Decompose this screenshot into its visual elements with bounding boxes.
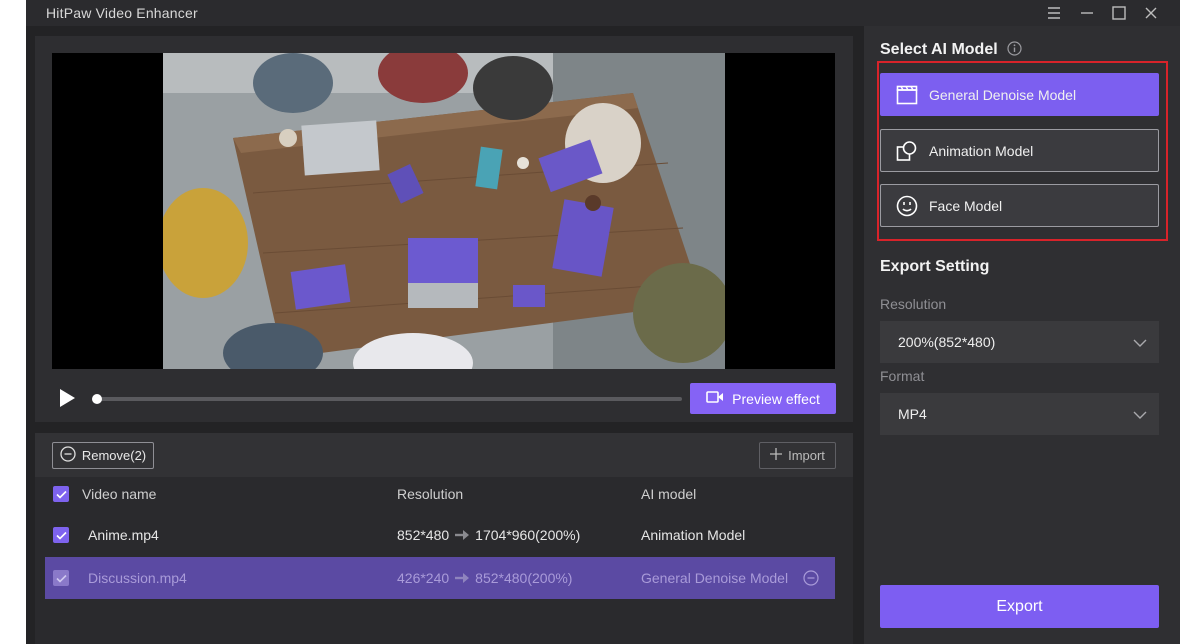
row-resolution: 426*240 852*480(200%) <box>397 570 572 586</box>
plus-icon <box>770 448 783 463</box>
format-select[interactable]: MP4 <box>880 393 1159 435</box>
row-video-name: Anime.mp4 <box>88 527 159 543</box>
table-row[interactable]: Anime.mp4 852*480 1704*960(200%) Animati… <box>45 514 835 556</box>
preview-effect-label: Preview effect <box>732 390 820 407</box>
model-general-denoise-label: General Denoise Model <box>929 86 1077 103</box>
format-label: Format <box>880 368 925 384</box>
app-window: HitPaw Video Enhancer Preview effect Rem… <box>26 0 1180 644</box>
column-header-ai-model: AI model <box>641 486 697 502</box>
list-toolbar: Remove(2) Import <box>35 433 853 477</box>
minimize-icon[interactable] <box>1076 3 1098 23</box>
chevron-down-icon <box>1133 407 1147 423</box>
select-ai-model-label: Select AI Model <box>880 41 998 58</box>
row-ai-model: General Denoise Model <box>641 570 789 586</box>
arrow-right-icon <box>455 570 470 586</box>
row-checkbox[interactable] <box>53 527 69 543</box>
chevron-down-icon <box>1133 335 1147 351</box>
arrow-right-icon <box>455 527 470 543</box>
row-resolution-to: 852*480(200%) <box>475 570 573 586</box>
video-frame-illustration <box>163 53 725 369</box>
table-row[interactable]: Discussion.mp4 426*240 852*480(200%) Gen… <box>45 557 835 599</box>
model-animation-button[interactable]: Animation Model <box>880 129 1159 172</box>
row-ai-model: Animation Model <box>641 527 746 543</box>
film-clapper-icon <box>895 83 919 107</box>
seek-handle[interactable] <box>92 394 102 404</box>
info-icon[interactable] <box>1007 41 1022 61</box>
column-header-resolution: Resolution <box>397 486 464 502</box>
select-ai-model-title: Select AI Model <box>880 41 1022 61</box>
seek-bar[interactable] <box>92 394 682 404</box>
export-setting-title: Export Setting <box>880 258 990 275</box>
row-remove-icon[interactable] <box>803 570 819 586</box>
close-icon[interactable] <box>1140 3 1162 23</box>
menu-icon[interactable] <box>1043 3 1065 23</box>
format-value: MP4 <box>898 406 927 422</box>
remove-button[interactable]: Remove(2) <box>52 442 154 469</box>
shapes-icon <box>895 139 919 163</box>
row-resolution-to: 1704*960(200%) <box>475 527 581 543</box>
minus-circle-icon <box>60 446 76 465</box>
export-button[interactable]: Export <box>880 585 1159 628</box>
row-checkbox[interactable] <box>53 570 69 586</box>
model-animation-label: Animation Model <box>929 142 1034 159</box>
title-bar: HitPaw Video Enhancer <box>26 0 1180 26</box>
import-button[interactable]: Import <box>759 442 836 469</box>
list-header: Video name Resolution AI model <box>45 473 835 515</box>
resolution-label: Resolution <box>880 296 947 312</box>
row-resolution-from: 852*480 <box>397 527 450 543</box>
maximize-icon[interactable] <box>1108 3 1130 23</box>
video-player[interactable] <box>52 53 835 369</box>
model-face-button[interactable]: Face Model <box>880 184 1159 227</box>
settings-sidebar: Select AI Model General Denoise Model An… <box>864 26 1180 644</box>
column-header-video-name: Video name <box>82 486 157 502</box>
select-all-checkbox[interactable] <box>53 486 69 502</box>
face-icon <box>895 194 919 218</box>
app-title: HitPaw Video Enhancer <box>46 5 198 21</box>
preview-effect-button[interactable]: Preview effect <box>690 383 836 414</box>
video-frame <box>163 53 725 369</box>
import-label: Import <box>788 448 825 463</box>
video-list-panel: Remove(2) Import Video name Resolution A… <box>35 433 853 644</box>
row-resolution: 852*480 1704*960(200%) <box>397 527 580 543</box>
model-face-label: Face Model <box>929 197 1003 214</box>
preview-panel: Preview effect <box>35 36 853 422</box>
row-video-name: Discussion.mp4 <box>88 570 187 586</box>
video-camera-icon <box>706 390 724 407</box>
remove-label: Remove(2) <box>81 448 147 463</box>
resolution-value: 200%(852*480) <box>898 334 996 350</box>
play-button[interactable] <box>57 388 77 408</box>
model-general-denoise-button[interactable]: General Denoise Model <box>880 73 1159 116</box>
row-resolution-from: 426*240 <box>397 570 450 586</box>
resolution-select[interactable]: 200%(852*480) <box>880 321 1159 363</box>
